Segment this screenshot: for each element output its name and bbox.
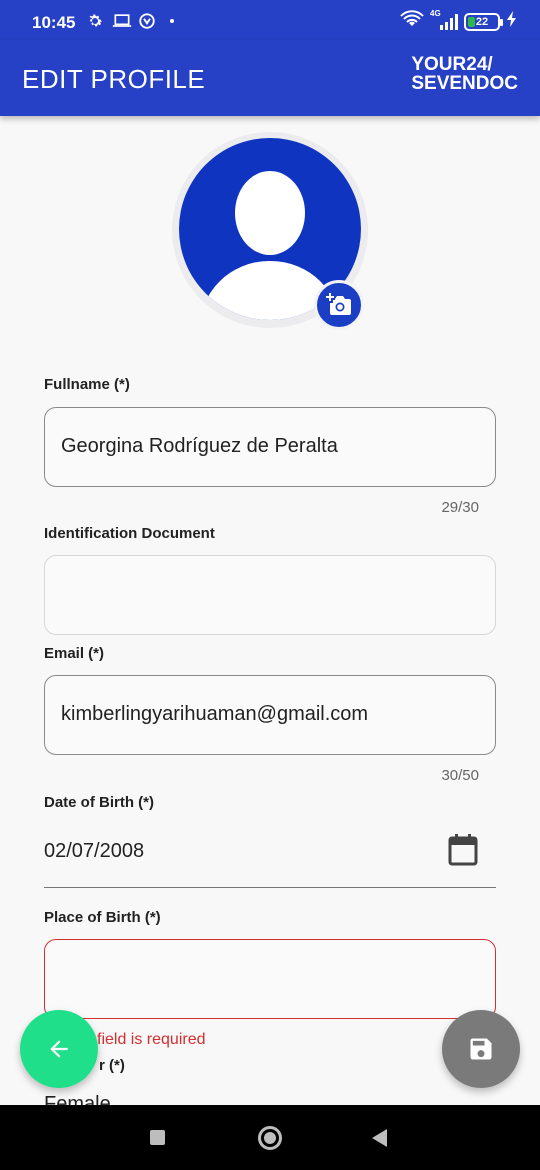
dob-value: 02/07/2008 <box>44 840 145 862</box>
add-photo-icon <box>326 293 351 315</box>
email-counter: 30/50 <box>441 767 479 784</box>
save-button[interactable] <box>442 1010 520 1088</box>
wifi-icon <box>400 10 424 33</box>
fullname-label: Fullname (*) <box>44 376 130 393</box>
place-of-birth-label: Place of Birth (*) <box>44 909 161 926</box>
email-value: kimberlingyarihuaman@gmail.com <box>61 703 369 725</box>
notification-dot <box>170 19 174 23</box>
status-time: 10:45 <box>32 13 76 32</box>
gender-label: r (*) <box>99 1057 125 1074</box>
dob-label: Date of Birth (*) <box>44 794 154 811</box>
fullname-counter: 29/30 <box>441 499 479 516</box>
battery-level: 22 <box>475 15 489 28</box>
save-icon <box>470 1038 492 1060</box>
app-bar: EDIT PROFILE YOUR24/ SEVENDOC <box>0 40 540 116</box>
back-button[interactable] <box>20 1010 98 1088</box>
settings-icon <box>86 12 104 30</box>
logo-line-2: SEVENDOC <box>411 73 518 94</box>
home-button[interactable] <box>258 1126 282 1150</box>
system-back-button[interactable] <box>372 1129 387 1147</box>
status-left-icons <box>86 12 174 30</box>
status-bar: 10:45 4G 22 <box>0 0 540 40</box>
arrow-left-icon <box>50 1040 68 1058</box>
signal-icon: 4G <box>430 9 458 31</box>
place-of-birth-field[interactable] <box>44 939 496 1019</box>
logo-line-1: YOUR24/ <box>411 54 493 75</box>
recents-button[interactable] <box>150 1130 165 1145</box>
fullname-field[interactable]: Georgina Rodríguez de Peralta <box>44 407 496 487</box>
battery-icon: 22 <box>464 12 503 31</box>
system-nav-bar <box>0 1105 540 1170</box>
change-photo-button[interactable] <box>314 280 364 330</box>
dob-field[interactable]: 02/07/2008 <box>44 824 496 888</box>
email-field[interactable]: kimberlingyarihuaman@gmail.com <box>44 675 496 755</box>
laptop-icon <box>112 12 132 30</box>
charging-icon <box>506 10 518 33</box>
fullname-value: Georgina Rodríguez de Peralta <box>61 435 338 457</box>
vpn-icon <box>138 12 156 30</box>
id-document-label: Identification Document <box>44 525 215 542</box>
email-label: Email (*) <box>44 645 105 662</box>
place-of-birth-error: field is required <box>97 1031 206 1048</box>
brand-logo: YOUR24/ SEVENDOC <box>411 55 518 93</box>
status-right-icons: 4G 22 <box>400 9 518 33</box>
calendar-icon[interactable] <box>448 834 478 866</box>
page-title: EDIT PROFILE <box>22 64 206 94</box>
gender-value[interactable]: Female <box>44 1093 111 1105</box>
id-document-field[interactable] <box>44 555 496 635</box>
